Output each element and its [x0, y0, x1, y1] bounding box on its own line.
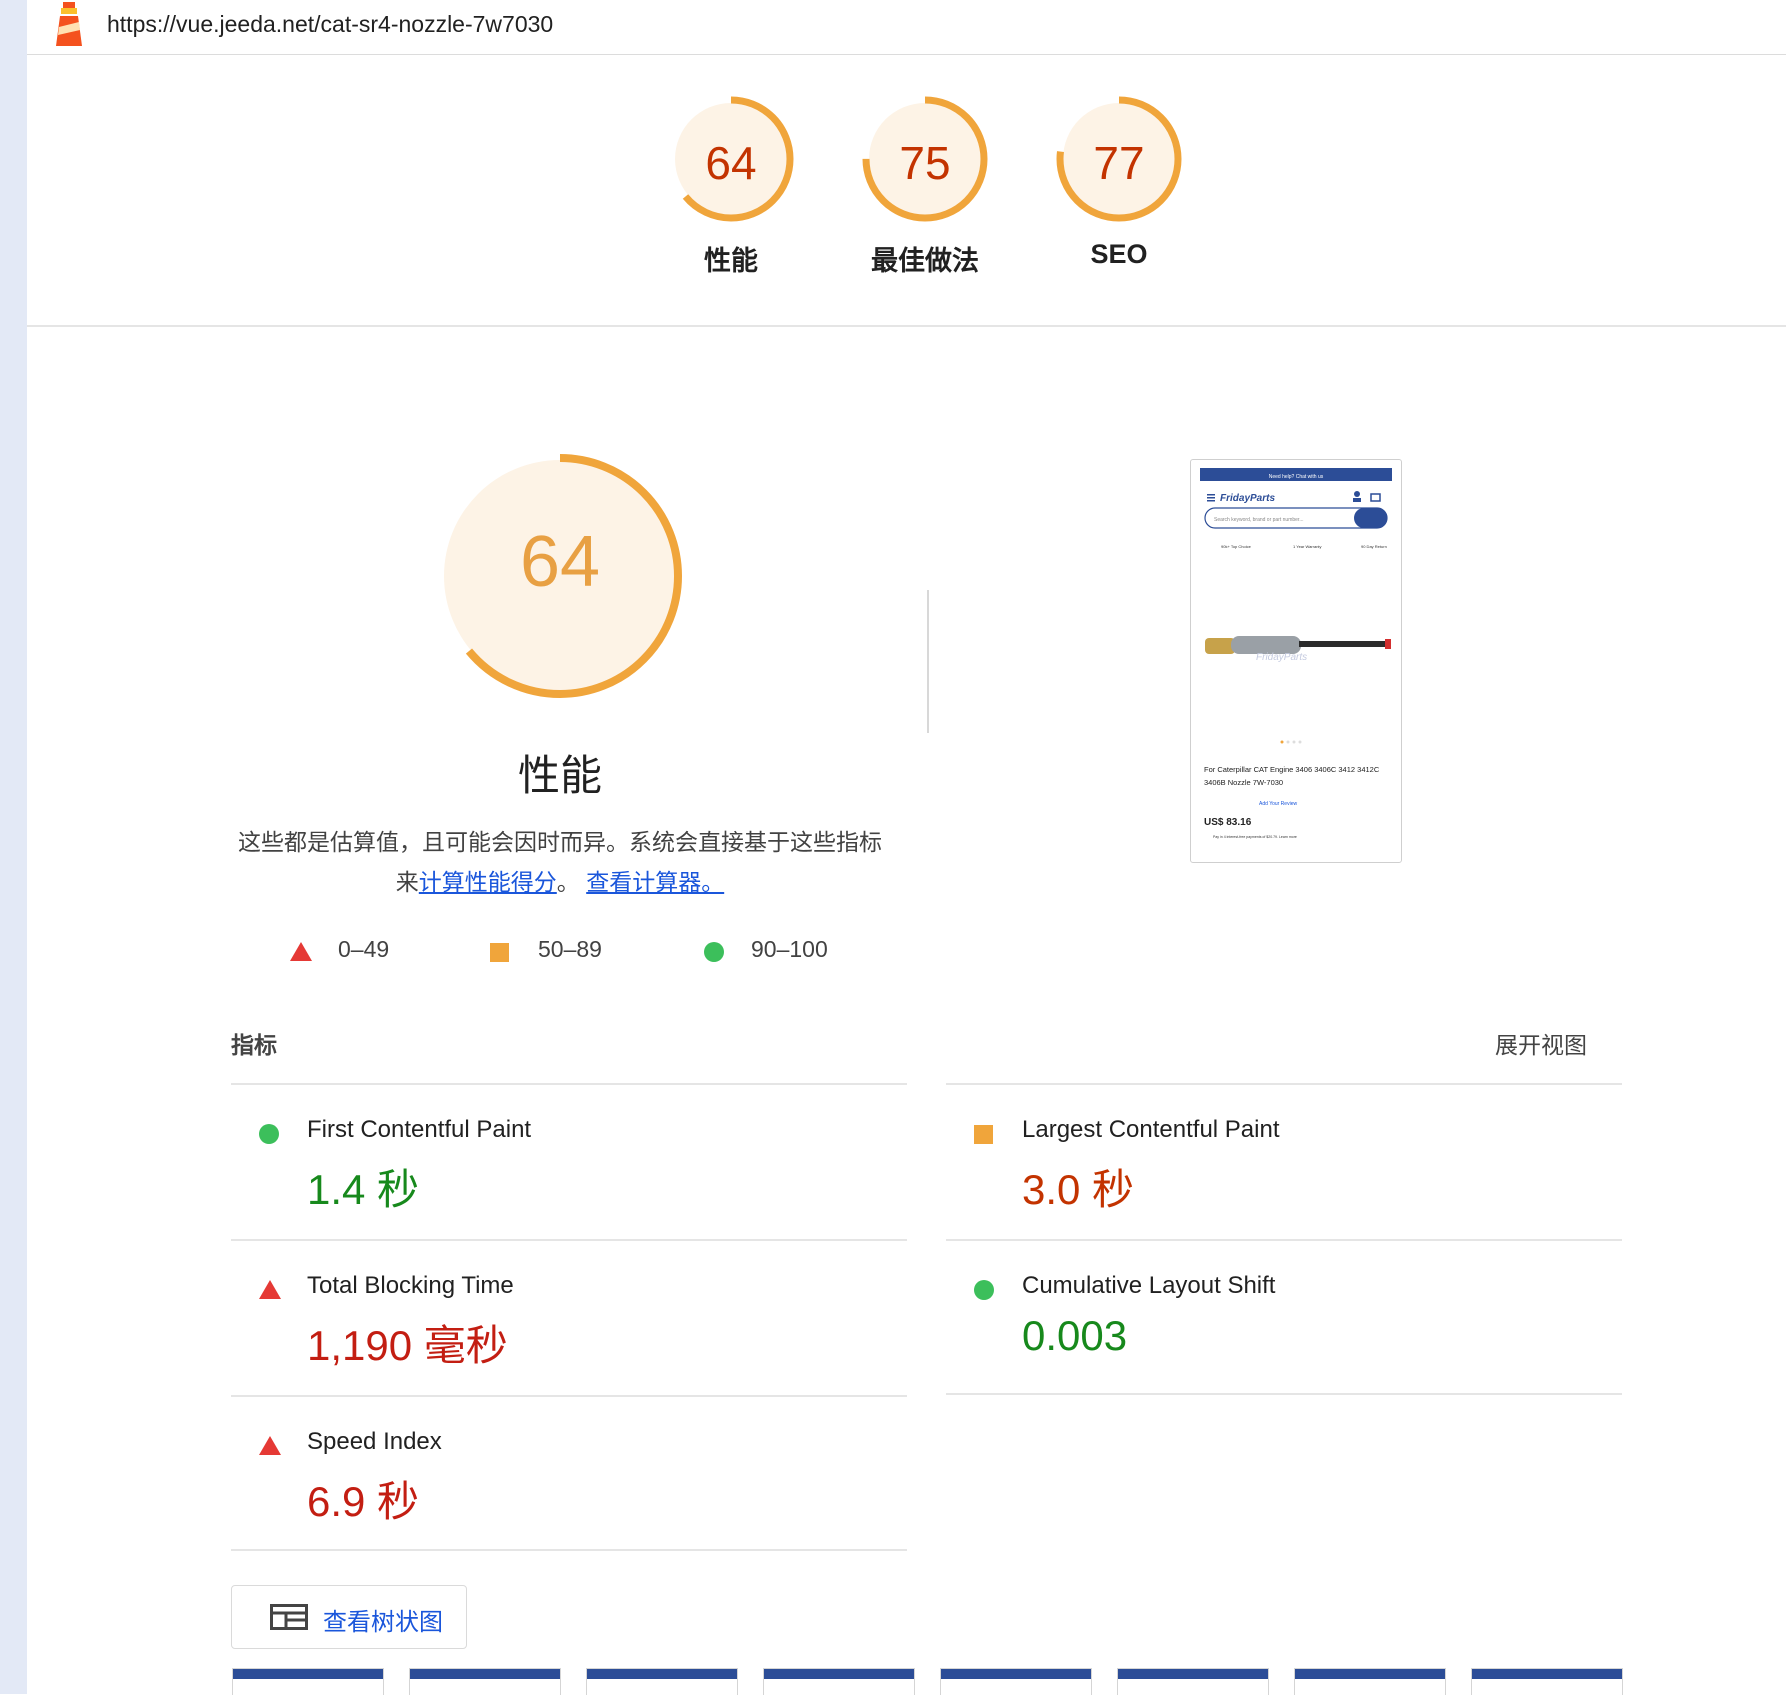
gauge-score: 64 [705, 137, 757, 189]
pass-circle-icon [704, 942, 724, 962]
metric-value: 6.9 秒 [307, 1478, 420, 1525]
svg-text:FridayParts: FridayParts [1256, 652, 1307, 663]
gauge-score: 77 [1093, 137, 1145, 189]
metric-speed-index: Speed Index 6.9 秒 [231, 1396, 907, 1552]
metric-lcp: Largest Contentful Paint 3.0 秒 [946, 1084, 1622, 1240]
gauge-score: 75 [899, 137, 951, 189]
metric-value: 1,190 毫秒 [307, 1322, 508, 1369]
filmstrip-frame [763, 1668, 915, 1695]
divider [946, 1393, 1622, 1395]
gauge-label: 性能 [704, 246, 758, 276]
page-url[interactable]: https://vue.jeeda.net/cat-sr4-nozzle-7w7… [107, 11, 553, 38]
view-treemap-label: 查看树状图 [323, 1609, 443, 1636]
average-square-icon [490, 943, 509, 962]
view-calculator-link[interactable]: 查看计算器。 [586, 869, 724, 895]
category-gauges: 64 性能 75 最佳做法 77 SEO [27, 55, 1786, 327]
metric-value: 1.4 秒 [307, 1166, 420, 1213]
legend-fail-label: 0–49 [338, 936, 390, 962]
metric-tbt: Total Blocking Time 1,190 毫秒 [231, 1240, 907, 1396]
gauge-seo[interactable]: 77 SEO [1029, 93, 1209, 270]
filmstrip-frame [1117, 1668, 1269, 1695]
left-side-rail [0, 0, 27, 1694]
performance-title: 性能 [517, 752, 602, 799]
view-treemap-button[interactable]: 查看树状图 [231, 1585, 467, 1649]
treemap-icon [270, 1604, 308, 1630]
svg-text:Pay in 4 interest-free payment: Pay in 4 interest-free payments of $20.7… [1213, 835, 1297, 839]
fail-triangle-icon [259, 1280, 281, 1299]
expand-view-toggle[interactable]: 展开视图 [1495, 1026, 1587, 1060]
svg-text:90 Day Return: 90 Day Return [1361, 544, 1387, 549]
metric-label: Cumulative Layout Shift [1022, 1272, 1276, 1299]
vertical-divider [927, 590, 929, 733]
metric-cls: Cumulative Layout Shift 0.003 [946, 1240, 1622, 1396]
svg-text:US$ 83.16: US$ 83.16 [1204, 817, 1252, 828]
average-square-icon [974, 1125, 993, 1144]
fail-triangle-icon [259, 1436, 281, 1455]
description-separator: 。 [556, 869, 580, 895]
fail-triangle-icon [290, 942, 312, 961]
performance-score: 64 [519, 522, 601, 602]
metric-label: First Contentful Paint [307, 1116, 532, 1143]
metric-fcp: First Contentful Paint 1.4 秒 [231, 1084, 907, 1240]
lighthouse-logo-icon [56, 2, 82, 46]
svg-text:Need help? Chat with us: Need help? Chat with us [1269, 474, 1324, 480]
filmstrip-frame [586, 1668, 738, 1695]
gauge-label: SEO [1090, 239, 1148, 269]
metric-label: Largest Contentful Paint [1022, 1116, 1280, 1143]
performance-description: 这些都是估算值，且可能会因时而异。系统会直接基于这些指标来计算性能得分。 查看计… [230, 822, 890, 902]
preview-product-title: For Caterpillar CAT Engine 3406 3406C 34… [1204, 765, 1380, 787]
calculate-score-link[interactable]: 计算性能得分 [419, 869, 557, 895]
svg-text:1 Year Warranty: 1 Year Warranty [1293, 544, 1322, 549]
filmstrip-frame [1294, 1668, 1446, 1695]
legend-average-label: 50–89 [538, 936, 602, 962]
gauge-label: 最佳做法 [871, 246, 979, 276]
divider [231, 1549, 907, 1551]
final-screenshot-preview[interactable]: Need help? Chat with us FridayParts Sear… [1190, 459, 1402, 863]
filmstrip-frame [1471, 1668, 1623, 1695]
gauge-performance[interactable]: 64 性能 [641, 93, 821, 278]
metric-label: Speed Index [307, 1428, 442, 1455]
metric-value: 3.0 秒 [1022, 1166, 1135, 1213]
pass-circle-icon [974, 1280, 994, 1300]
legend-pass-label: 90–100 [751, 936, 828, 962]
gauge-best-practices[interactable]: 75 最佳做法 [835, 93, 1015, 278]
filmstrip-frame [409, 1668, 561, 1695]
pass-circle-icon [259, 1124, 279, 1144]
page-screenshot-image: Need help? Chat with us FridayParts Sear… [1200, 468, 1392, 839]
svg-text:FridayParts: FridayParts [1220, 493, 1275, 504]
svg-text:Search keyword, brand or part: Search keyword, brand or part number... [1214, 517, 1304, 523]
filmstrip-frame [232, 1668, 384, 1695]
report-header: https://vue.jeeda.net/cat-sr4-nozzle-7w7… [27, 0, 1786, 55]
metrics-section-title: 指标 [231, 1032, 277, 1058]
filmstrip-frame [940, 1668, 1092, 1695]
metric-value: 0.003 [1022, 1312, 1128, 1359]
svg-text:90k+ Top Choice: 90k+ Top Choice [1221, 544, 1252, 549]
metric-label: Total Blocking Time [307, 1272, 514, 1299]
svg-text:Add Your Review: Add Your Review [1259, 801, 1297, 807]
